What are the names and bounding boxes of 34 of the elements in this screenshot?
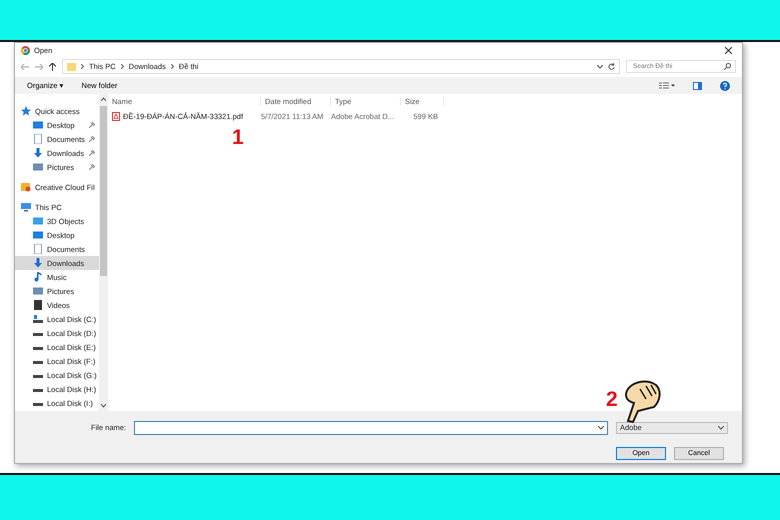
- down-arrow-icon: [33, 258, 43, 268]
- pdf-icon: [112, 112, 120, 120]
- star-icon: [21, 106, 31, 116]
- film-icon: [33, 300, 43, 310]
- down-arrow-icon: [33, 148, 43, 158]
- monitor-icon: [33, 120, 43, 130]
- step-number: 1: [232, 126, 244, 150]
- help-icon[interactable]: [720, 80, 730, 90]
- up-arrow-icon[interactable]: [49, 62, 56, 70]
- folder-icon: [21, 182, 31, 192]
- document-icon: [33, 134, 43, 144]
- music-note-icon: [33, 272, 43, 282]
- document-icon: [33, 244, 43, 254]
- dropdown-icon[interactable]: [597, 64, 603, 68]
- chevron-icon: [120, 64, 124, 69]
- preview-pane-icon[interactable]: [693, 82, 702, 90]
- view-options-icon[interactable]: [659, 82, 675, 89]
- monitor-icon: [33, 230, 43, 240]
- dropdown-icon: [718, 426, 724, 430]
- picture-icon: [33, 162, 43, 172]
- drive-icon: [33, 314, 43, 324]
- file-name-field[interactable]: [134, 420, 608, 434]
- app-icon: [21, 46, 30, 55]
- computer-icon: [21, 202, 31, 212]
- picture-icon: [33, 286, 43, 296]
- refresh-icon[interactable]: [608, 63, 615, 70]
- search-icon: [724, 63, 731, 70]
- chevron-icon: [81, 64, 84, 69]
- folder-icon: [67, 62, 76, 71]
- dropdown-icon[interactable]: [598, 426, 604, 430]
- step-number: 2: [606, 388, 618, 412]
- scroll-down-icon[interactable]: [101, 404, 106, 408]
- scroll-up-icon[interactable]: [101, 97, 106, 101]
- chevron-icon: [170, 64, 174, 69]
